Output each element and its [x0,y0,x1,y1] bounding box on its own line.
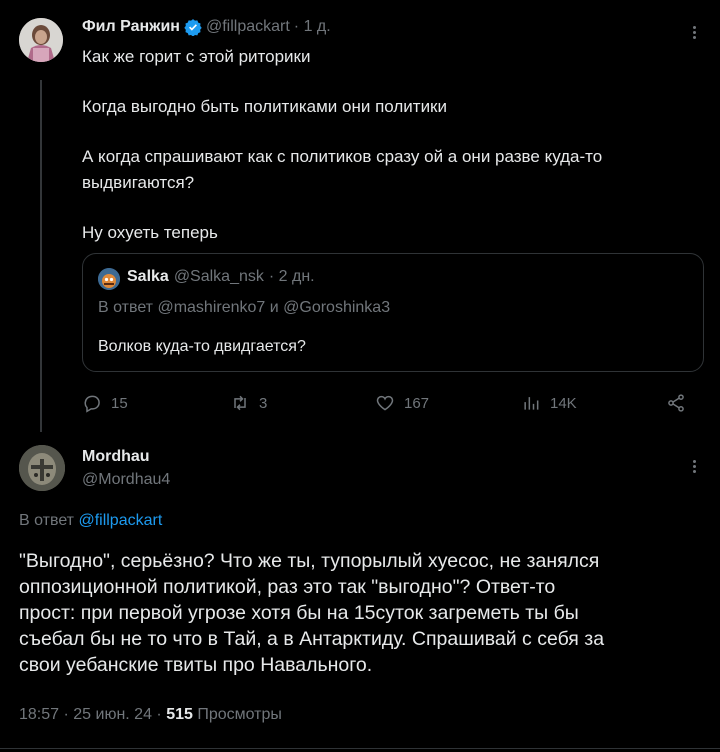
reply-prefix: В ответ [98,299,158,316]
reply-author-avatar[interactable] [19,445,65,491]
bottom-divider [0,748,720,749]
quote-header: Salka @Salka_nsk · 2 дн. [127,268,315,286]
reply-text: "Выгодно", серьёзно? Что же ты, тупорылы… [19,548,709,678]
repost-button[interactable]: 3 [230,393,267,413]
avatar-helmet-icon [19,445,65,491]
quote-author-handle: @Salka_nsk [173,268,264,285]
avatar-figure-icon [19,18,63,62]
like-count: 167 [404,394,430,412]
views-chart-icon [524,397,539,410]
quote-author-name: Salka [127,268,169,285]
author-name[interactable]: Фил Ранжин [82,18,180,36]
reply-to-mention[interactable]: @fillpackart [78,512,162,529]
reply-context: В ответ @fillpackart [19,512,162,530]
reply-count: 15 [111,394,128,412]
reply-line: свои уебанские твиты про Навального. [19,654,373,676]
reply-author-name[interactable]: Mordhau [82,448,150,466]
reply-line: съебал бы не то что в Тай, а в Антарктид… [19,628,605,650]
quote-reply-context: В ответ @mashirenko7 и @Goroshinka3 [98,299,390,317]
tweet-line: выдвигаются? [82,173,195,192]
reply-button[interactable]: 15 [82,393,128,413]
author-avatar[interactable] [19,18,63,62]
views-button[interactable]: 14K [521,393,577,413]
heart-icon [376,395,394,411]
repost-count: 3 [259,394,268,412]
tweet-line: Когда выгодно быть политиками они полити… [82,97,447,116]
verified-badge-icon [184,19,202,36]
reply-author-handle[interactable]: @Mordhau4 [82,471,170,489]
reply-views-count: 515 [166,706,193,723]
more-options-icon[interactable] [693,24,696,41]
quote-text: Волков куда-то двидгается? [98,338,306,355]
reply-views-label: Просмотры [192,706,282,723]
tweet-text: Как же горит с этой риторики Когда выгод… [82,44,682,246]
reply-line: "Выгодно", серьёзно? Что же ты, тупорылы… [19,550,600,572]
views-count: 14K [550,394,577,412]
reply-mention[interactable]: @Goroshinka3 [283,299,390,316]
reply-context-prefix: В ответ [19,512,79,529]
repost-icon [234,395,246,411]
tweet-line: Как же горит с этой риторики [82,47,311,66]
reply-conjunction: и [265,299,284,316]
quote-author-avatar [98,268,120,290]
share-button[interactable] [666,393,686,413]
reply-icon [84,395,100,413]
tweet-header: Фил Ранжин @fillpackart · 1 д. [82,18,331,36]
reply-line: прост: при первой угрозе хотя бы на 15су… [19,602,579,624]
like-button[interactable]: 167 [375,393,429,413]
author-handle[interactable]: @fillpackart [206,18,290,36]
reply-more-options-icon[interactable] [693,458,696,475]
tweet-line: А когда спрашивают как с политиков сразу… [82,147,603,166]
reply-meta: 18:57 · 25 июн. 24 · 515 Просмотры [19,706,282,724]
avatar-character-icon [98,268,120,290]
tweet-line: Ну охуеть теперь [82,223,218,242]
reply-mention[interactable]: @mashirenko7 [157,299,265,316]
quote-time: · 2 дн. [268,268,315,285]
reply-line: оппозиционной политикой, раз это так "вы… [19,576,556,598]
share-icon [668,394,684,412]
tweet-time[interactable]: · 1 д. [294,18,331,36]
thread-connector-line [40,80,42,432]
reply-timestamp[interactable]: 18:57 · 25 июн. 24 · [19,706,166,723]
